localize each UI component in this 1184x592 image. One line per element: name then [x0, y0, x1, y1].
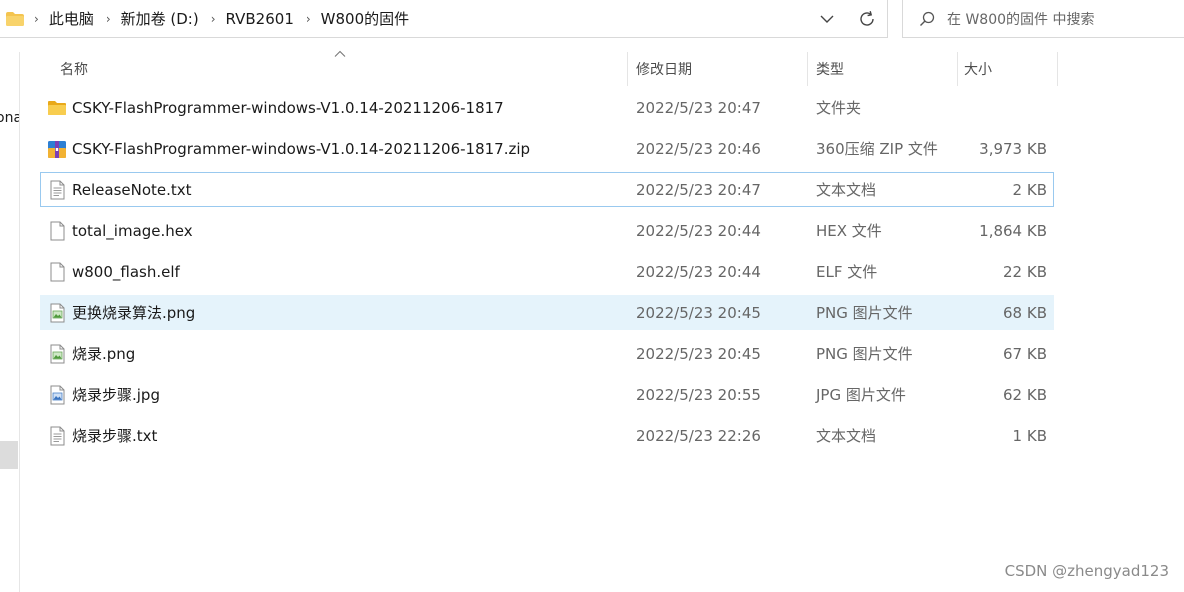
- file-name: w800_flash.elf: [72, 262, 180, 281]
- folder-icon: [6, 11, 24, 26]
- file-type: HEX 文件: [816, 222, 882, 240]
- file-type: PNG 图片文件: [816, 345, 913, 363]
- file-date: 2022/5/23 20:45: [636, 303, 761, 322]
- file-date: 2022/5/23 20:44: [636, 221, 761, 240]
- address-bar[interactable]: › 此电脑 › 新加卷 (D:) › RVB2601 › W800的固件: [0, 0, 888, 38]
- nav-selected-item[interactable]: [0, 441, 18, 469]
- navigation-pane[interactable]: ona: [0, 52, 20, 592]
- file-date: 2022/5/23 20:46: [636, 139, 761, 158]
- file-date: 2022/5/23 20:47: [636, 180, 761, 199]
- file-row[interactable]: w800_flash.elf 2022/5/23 20:44 ELF 文件 22…: [40, 254, 1054, 289]
- chevron-down-icon: [820, 15, 834, 23]
- text-file-icon: [50, 180, 65, 199]
- chevron-right-icon[interactable]: ›: [211, 12, 216, 26]
- file-row[interactable]: CSKY-FlashProgrammer-windows-V1.0.14-202…: [40, 131, 1054, 166]
- file-name: 烧录.png: [72, 345, 136, 363]
- folder-icon: [48, 100, 66, 115]
- file-row[interactable]: CSKY-FlashProgrammer-windows-V1.0.14-202…: [40, 90, 1054, 125]
- chevron-right-icon[interactable]: ›: [306, 12, 311, 26]
- file-row[interactable]: 烧录.png 2022/5/23 20:45 PNG 图片文件 67 KB: [40, 336, 1054, 371]
- file-date: 2022/5/23 20:45: [636, 344, 761, 363]
- zip-archive-icon: [48, 140, 66, 158]
- nav-item-label[interactable]: ona: [0, 110, 19, 126]
- file-type: PNG 图片文件: [816, 304, 913, 322]
- chevron-right-icon[interactable]: ›: [106, 12, 111, 26]
- file-size: 22 KB: [1003, 262, 1047, 281]
- file-type: 文件夹: [816, 99, 862, 117]
- jpg-image-icon: [50, 385, 65, 404]
- file-size: 1 KB: [1012, 426, 1047, 445]
- search-icon: [920, 11, 935, 26]
- file-size: 2 KB: [1012, 180, 1047, 199]
- file-date: 2022/5/23 22:26: [636, 426, 761, 445]
- png-image-icon: [50, 344, 65, 363]
- file-type: ELF 文件: [816, 263, 878, 281]
- file-name: CSKY-FlashProgrammer-windows-V1.0.14-202…: [72, 139, 531, 158]
- column-header-name[interactable]: 名称: [40, 52, 628, 86]
- column-header-date[interactable]: 修改日期: [628, 52, 808, 86]
- file-size: 62 KB: [1003, 385, 1047, 404]
- file-row[interactable]: 烧录步骤.txt 2022/5/23 22:26 文本文档 1 KB: [40, 418, 1054, 453]
- file-row[interactable]: ReleaseNote.txt 2022/5/23 20:47 文本文档 2 K…: [40, 172, 1054, 207]
- breadcrumb-drive-d[interactable]: 新加卷 (D:): [121, 8, 199, 29]
- breadcrumb-w800-firmware[interactable]: W800的固件: [321, 8, 409, 29]
- column-header-size[interactable]: 大小: [958, 52, 1058, 86]
- history-dropdown-button[interactable]: [807, 0, 847, 38]
- file-explorer-window: › 此电脑 › 新加卷 (D:) › RVB2601 › W800的固件 在 W…: [0, 0, 1184, 592]
- chevron-right-icon[interactable]: ›: [34, 12, 39, 26]
- file-name: 烧录步骤.txt: [72, 427, 158, 445]
- file-row[interactable]: total_image.hex 2022/5/23 20:44 HEX 文件 1…: [40, 213, 1054, 248]
- file-size: 3,973 KB: [979, 139, 1047, 158]
- file-name: ReleaseNote.txt: [72, 180, 192, 199]
- toolbar-gap: [888, 0, 902, 38]
- column-header-type-label: 类型: [816, 62, 844, 78]
- file-row[interactable]: 更换烧录算法.png 2022/5/23 20:45 PNG 图片文件 68 K…: [40, 295, 1054, 330]
- search-box[interactable]: 在 W800的固件 中搜索: [902, 0, 1184, 38]
- blank-file-icon: [50, 262, 65, 281]
- file-date: 2022/5/23 20:55: [636, 385, 761, 404]
- file-type: 文本文档: [816, 181, 877, 199]
- column-header-type[interactable]: 类型: [808, 52, 958, 86]
- blank-file-icon: [50, 221, 65, 240]
- file-row[interactable]: 烧录步骤.jpg 2022/5/23 20:55 JPG 图片文件 62 KB: [40, 377, 1054, 412]
- column-header-name-label: 名称: [60, 62, 88, 78]
- file-size: 1,864 KB: [979, 221, 1047, 240]
- file-type: JPG 图片文件: [816, 386, 906, 404]
- column-header-row: 名称 修改日期 类型 大小: [40, 50, 1058, 86]
- breadcrumb-rvb2601[interactable]: RVB2601: [226, 10, 294, 28]
- file-type: 360压缩 ZIP 文件: [816, 140, 938, 158]
- breadcrumb-this-pc[interactable]: 此电脑: [49, 8, 94, 29]
- file-date: 2022/5/23 20:44: [636, 262, 761, 281]
- file-type: 文本文档: [816, 427, 877, 445]
- text-file-icon: [50, 426, 65, 445]
- file-name: total_image.hex: [72, 221, 193, 240]
- column-header-date-label: 修改日期: [636, 62, 692, 78]
- file-size: 67 KB: [1003, 344, 1047, 363]
- png-image-icon: [50, 303, 65, 322]
- file-date: 2022/5/23 20:47: [636, 98, 761, 117]
- search-placeholder: 在 W800的固件 中搜索: [947, 11, 1095, 28]
- address-tools: [807, 0, 887, 38]
- file-name: 更换烧录算法.png: [72, 304, 196, 322]
- toolbar: › 此电脑 › 新加卷 (D:) › RVB2601 › W800的固件 在 W…: [0, 0, 1184, 38]
- file-size: 68 KB: [1003, 303, 1047, 322]
- refresh-icon: [860, 11, 874, 26]
- file-name: CSKY-FlashProgrammer-windows-V1.0.14-202…: [72, 98, 504, 117]
- watermark-text: CSDN @zhengyad123: [1004, 562, 1169, 580]
- file-name: 烧录步骤.jpg: [72, 386, 160, 404]
- column-header-size-label: 大小: [964, 62, 992, 78]
- refresh-button[interactable]: [847, 0, 887, 38]
